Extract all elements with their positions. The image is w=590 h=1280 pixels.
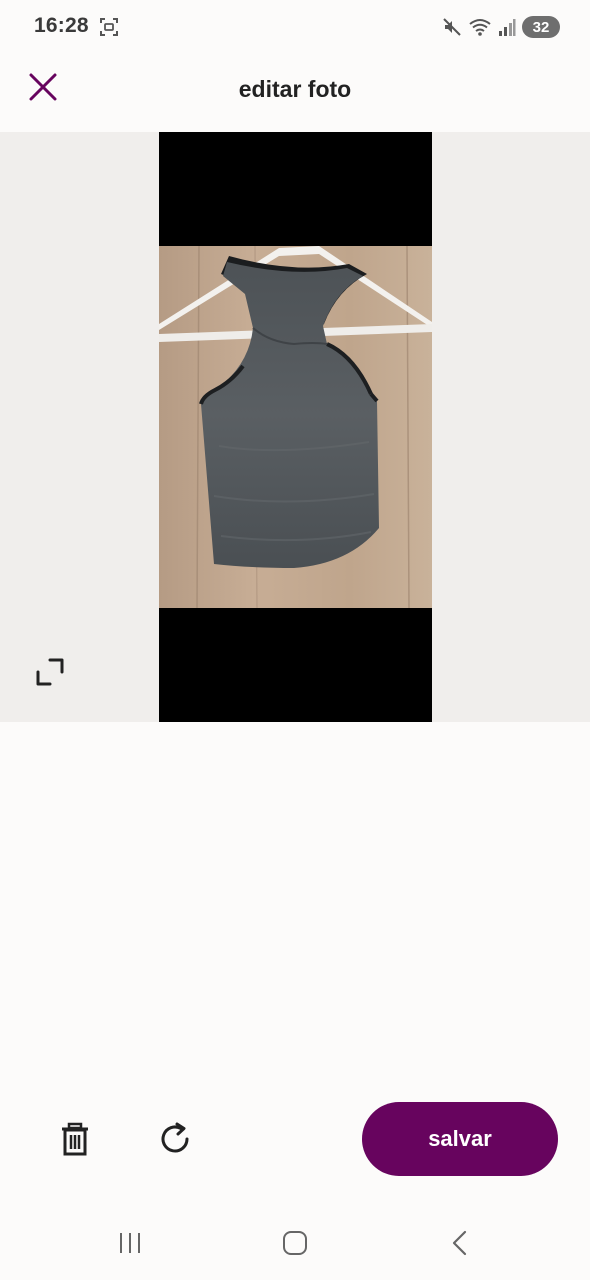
trash-icon: [59, 1122, 91, 1161]
home-button[interactable]: [275, 1228, 315, 1262]
bottom-toolbar: salvar: [0, 1100, 590, 1180]
status-time: 16:28: [34, 14, 89, 37]
photo-frame[interactable]: [159, 132, 432, 722]
save-button[interactable]: salvar: [362, 1102, 558, 1176]
home-icon: [281, 1229, 309, 1262]
crop-button[interactable]: [30, 654, 70, 694]
page-title: editar foto: [238, 76, 352, 102]
rotate-icon: [157, 1121, 193, 1162]
delete-button[interactable]: [52, 1118, 98, 1164]
mute-icon: [442, 17, 462, 37]
screenshot-icon: [98, 16, 120, 38]
photo-preview[interactable]: [159, 246, 432, 608]
back-button[interactable]: [440, 1228, 480, 1262]
wifi-icon: [468, 17, 492, 37]
status-icons: 32: [442, 14, 560, 40]
signal-icon: [498, 17, 516, 37]
crop-expand-icon: [34, 656, 66, 693]
status-bar: 16:28 32: [0, 0, 590, 54]
recents-button[interactable]: [110, 1228, 150, 1262]
back-icon: [448, 1229, 472, 1262]
app-header: editar foto: [0, 54, 590, 132]
recents-icon: [116, 1230, 144, 1261]
photo-editor: [0, 132, 590, 722]
system-nav-bar: [0, 1210, 590, 1280]
rotate-button[interactable]: [152, 1118, 198, 1164]
battery-icon: 32: [522, 16, 560, 38]
